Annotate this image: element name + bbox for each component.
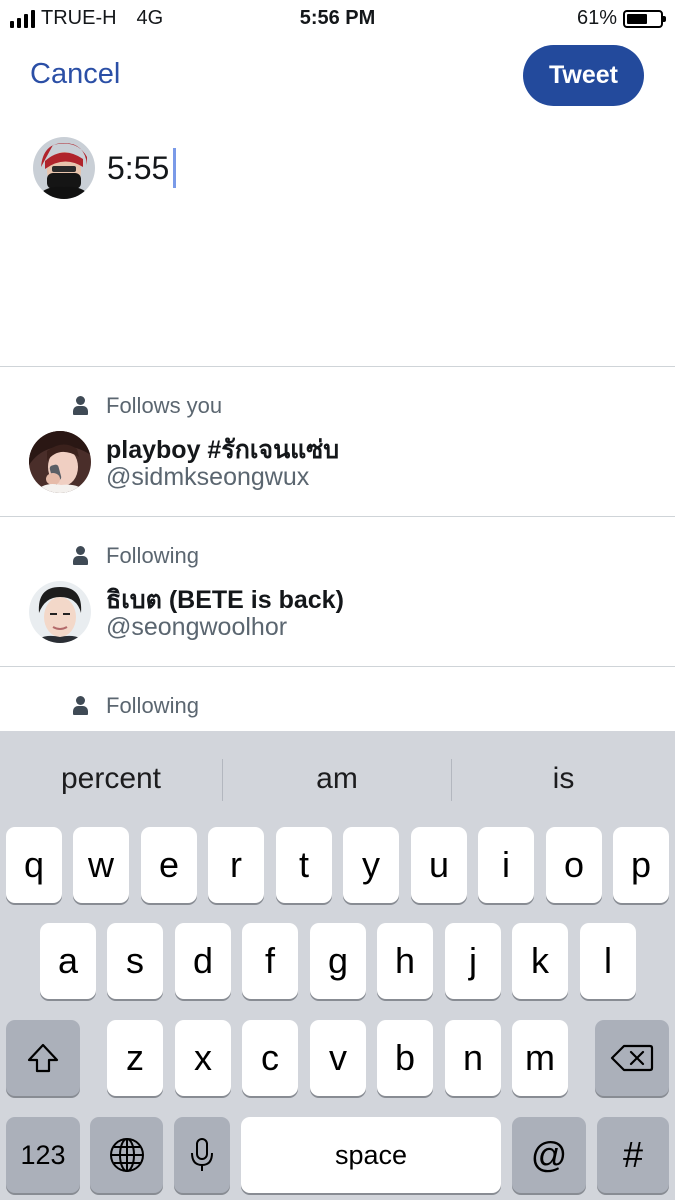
- suggestion-avatar: [29, 581, 91, 643]
- key-i[interactable]: i: [478, 827, 534, 903]
- key-j[interactable]: j: [445, 923, 501, 999]
- key-m[interactable]: m: [512, 1020, 568, 1096]
- battery-icon: [623, 9, 666, 28]
- relation-row: Follows you: [73, 393, 222, 419]
- suggestion-avatar: [29, 431, 91, 493]
- key-o[interactable]: o: [546, 827, 602, 903]
- key-c[interactable]: c: [242, 1020, 298, 1096]
- globe-key[interactable]: [90, 1117, 163, 1193]
- dictation-key[interactable]: [174, 1117, 230, 1193]
- key-u[interactable]: u: [411, 827, 467, 903]
- space-key[interactable]: space: [241, 1117, 501, 1193]
- relation-label: Following: [106, 693, 199, 718]
- key-p[interactable]: p: [613, 827, 669, 903]
- relation-label: Following: [106, 543, 199, 568]
- key-y[interactable]: y: [343, 827, 399, 903]
- status-time: 5:56 PM: [299, 7, 376, 29]
- hash-key[interactable]: #: [597, 1117, 669, 1193]
- key-h[interactable]: h: [377, 923, 433, 999]
- key-t[interactable]: t: [276, 827, 332, 903]
- mention-suggestion[interactable]: Follows you playboy #รักเจนแซ่บ @sidmkse…: [0, 367, 675, 517]
- prediction-word[interactable]: am: [223, 731, 451, 827]
- key-z[interactable]: z: [107, 1020, 163, 1096]
- globe-icon: [109, 1138, 144, 1172]
- key-v[interactable]: v: [310, 1020, 366, 1096]
- key-d[interactable]: d: [175, 923, 231, 999]
- key-s[interactable]: s: [107, 923, 163, 999]
- person-icon: [73, 696, 88, 716]
- relation-row: Following: [73, 693, 199, 719]
- backspace-icon: [610, 1044, 654, 1072]
- microphone-icon: [191, 1138, 213, 1171]
- suggestion-handle: @sidmkseongwux: [106, 463, 310, 491]
- key-x[interactable]: x: [175, 1020, 231, 1096]
- tweet-text-input[interactable]: 5:55: [107, 148, 177, 188]
- battery-percent: 61%: [576, 7, 617, 29]
- prediction-bar: percent am is: [0, 731, 675, 827]
- key-f[interactable]: f: [242, 923, 298, 999]
- relation-label: Follows you: [106, 393, 223, 418]
- relation-row: Following: [73, 543, 199, 569]
- cancel-button[interactable]: Cancel: [30, 58, 120, 91]
- battery-fill: [627, 13, 647, 24]
- person-icon: [73, 396, 88, 416]
- key-r[interactable]: r: [208, 827, 264, 903]
- key-a[interactable]: a: [40, 923, 96, 999]
- delete-key[interactable]: [595, 1020, 669, 1096]
- key-k[interactable]: k: [512, 923, 568, 999]
- status-right: 61%: [576, 7, 666, 30]
- at-key[interactable]: @: [512, 1117, 586, 1193]
- mention-suggestion[interactable]: Following ธิเบต (BETE is back) @seongwoo…: [0, 517, 675, 667]
- user-avatar: [33, 137, 95, 199]
- status-bar: TRUE-H 4G 5:56 PM 61%: [0, 0, 675, 38]
- shift-key[interactable]: [6, 1020, 80, 1096]
- tweet-button[interactable]: Tweet: [523, 45, 644, 106]
- tweet-text: 5:55: [107, 149, 170, 186]
- key-e[interactable]: e: [141, 827, 197, 903]
- shift-icon: [27, 1043, 59, 1073]
- prediction-word[interactable]: is: [452, 731, 675, 827]
- key-q[interactable]: q: [6, 827, 62, 903]
- key-g[interactable]: g: [310, 923, 366, 999]
- key-n[interactable]: n: [445, 1020, 501, 1096]
- key-w[interactable]: w: [73, 827, 129, 903]
- text-caret: [173, 148, 177, 188]
- key-b[interactable]: b: [377, 1020, 433, 1096]
- suggestion-handle: @seongwoolhor: [106, 613, 288, 641]
- keyboard: percent am is q w e r t y u i o p a s d …: [0, 731, 675, 1200]
- person-icon: [73, 546, 88, 566]
- key-l[interactable]: l: [580, 923, 636, 999]
- numbers-key[interactable]: 123: [6, 1117, 80, 1193]
- prediction-word[interactable]: percent: [0, 731, 222, 827]
